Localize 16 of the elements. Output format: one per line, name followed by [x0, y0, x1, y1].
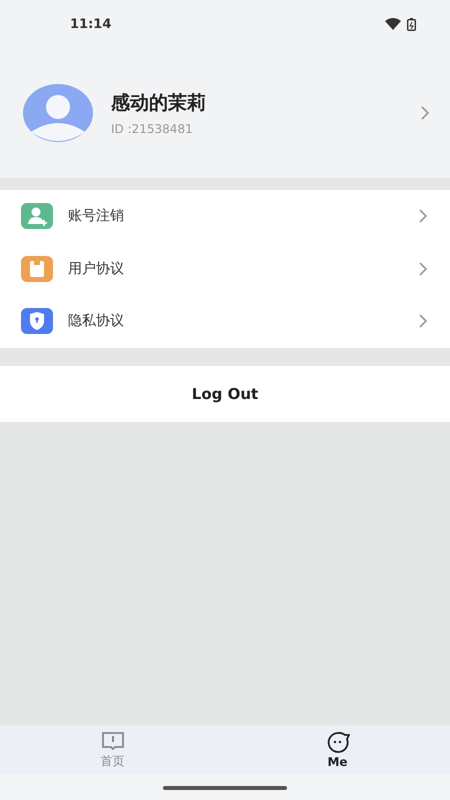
shield-icon	[21, 308, 53, 334]
chevron-icon	[418, 313, 428, 330]
chevron-icon	[418, 260, 428, 277]
person-add-icon	[21, 203, 53, 230]
document-icon	[21, 256, 53, 282]
face-icon	[326, 731, 350, 753]
user-name: 感动的茉莉	[111, 91, 207, 116]
chevron-icon	[420, 105, 430, 121]
log-out-button[interactable]: Log Out	[0, 366, 450, 422]
wifi-icon	[385, 18, 401, 30]
tab[interactable]: Me	[225, 725, 450, 775]
avatar-icon	[23, 84, 93, 142]
user-id: ID :21538481	[111, 122, 194, 136]
battery-icon	[407, 18, 416, 30]
status-time: 11:14	[70, 16, 112, 32]
chevron-icon	[418, 208, 428, 224]
